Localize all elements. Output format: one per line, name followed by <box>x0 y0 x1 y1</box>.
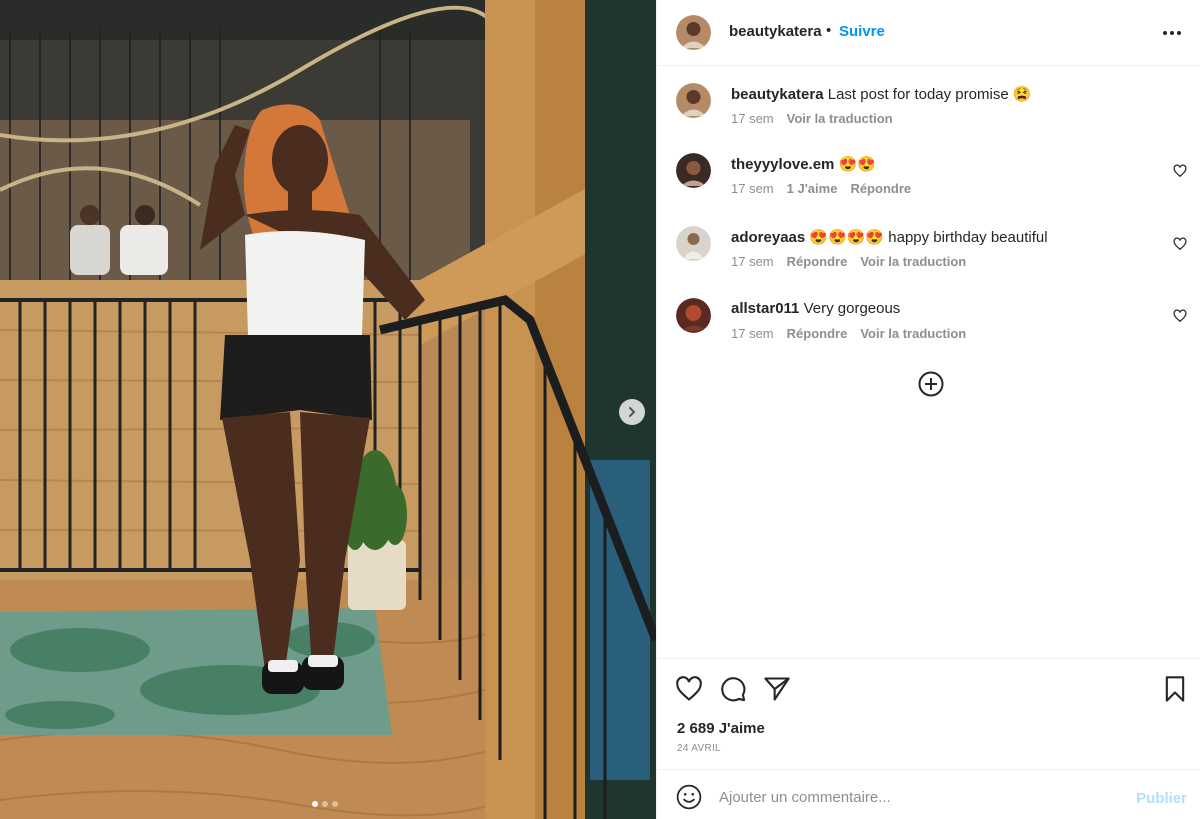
caption-text-row: beautykatera Last post for today promise… <box>731 85 1032 103</box>
comment-heart-icon[interactable] <box>1173 237 1187 251</box>
chevron-right-icon <box>629 407 636 417</box>
comment-meta: 17 sem 1 J'aime Répondre <box>731 181 911 196</box>
comment-avatar[interactable] <box>676 226 711 261</box>
add-circle-icon[interactable] <box>918 371 944 397</box>
comment-time: 17 sem <box>731 181 774 196</box>
comment-avatar[interactable] <box>676 298 711 333</box>
comment-translate-link[interactable]: Voir la traduction <box>860 254 966 269</box>
comment-reply-link[interactable]: Répondre <box>850 181 911 196</box>
caption-author-avatar[interactable] <box>676 83 711 118</box>
comment-item: adoreyaas 😍😍😍😍 happy birthday beautiful … <box>657 226 1200 286</box>
avatar-image <box>676 15 711 50</box>
avatar-image <box>676 83 711 118</box>
comment-reply-link[interactable]: Répondre <box>787 326 848 341</box>
comment-time: 17 sem <box>731 326 774 341</box>
avatar-image <box>676 298 711 333</box>
post-caption: beautykatera Last post for today promise… <box>657 83 1200 143</box>
author-avatar[interactable] <box>676 15 711 50</box>
comment-text-row: adoreyaas 😍😍😍😍 happy birthday beautiful <box>731 228 1048 246</box>
more-dot <box>1170 31 1174 35</box>
comment-heart-icon[interactable] <box>1173 309 1187 323</box>
comment-time: 17 sem <box>731 254 774 269</box>
more-dot <box>1163 31 1167 35</box>
comment-text-row: theyyylove.em 😍😍 <box>731 155 876 173</box>
post-actions: 2 689 J'aime 24 AVRIL <box>657 658 1200 769</box>
comment-item: theyyylove.em 😍😍 17 sem 1 J'aime Répondr… <box>657 153 1200 213</box>
comment-input[interactable] <box>719 784 1119 810</box>
follow-button[interactable]: Suivre <box>839 23 885 40</box>
comment-username[interactable]: adoreyaas <box>731 229 805 246</box>
carousel-next-button[interactable] <box>619 399 645 425</box>
post-photo-illustration <box>0 0 656 819</box>
emoji-icon[interactable] <box>676 784 702 810</box>
comment-username[interactable]: allstar011 <box>731 300 799 317</box>
avatar-image <box>676 153 711 188</box>
header-separator: • <box>826 22 832 39</box>
comment-text-row: allstar011 Very gorgeous <box>731 300 900 317</box>
carousel-dot <box>322 801 328 807</box>
post-details-panel: beautykatera • Suivre beautykatera Last … <box>656 0 1200 819</box>
bookmark-icon[interactable] <box>1161 675 1189 703</box>
comment-text: 😍😍😍😍 happy birthday beautiful <box>809 229 1048 246</box>
comment-text: 😍😍 <box>838 156 876 173</box>
carousel-dot <box>332 801 338 807</box>
comment-composer: Publier <box>657 769 1200 819</box>
author-username[interactable]: beautykatera <box>729 23 822 40</box>
post-image[interactable] <box>0 0 656 819</box>
comment-text: Very gorgeous <box>803 300 901 317</box>
comment-reply-link[interactable]: Répondre <box>787 254 848 269</box>
likes-count[interactable]: 2 689 J'aime <box>677 720 765 737</box>
caption-translate-link[interactable]: Voir la traduction <box>787 111 893 126</box>
caption-text: Last post for today promise 😫 <box>827 86 1032 103</box>
share-icon[interactable] <box>763 675 791 703</box>
comment-translate-link[interactable]: Voir la traduction <box>860 326 966 341</box>
caption-username[interactable]: beautykatera <box>731 86 824 103</box>
comment-username[interactable]: theyyylove.em <box>731 156 834 173</box>
comment-meta: 17 sem Répondre Voir la traduction <box>731 326 966 341</box>
comment-meta: 17 sem Répondre Voir la traduction <box>731 254 966 269</box>
heart-icon[interactable] <box>675 675 703 703</box>
comment-icon[interactable] <box>719 675 747 703</box>
publish-button[interactable]: Publier <box>1136 790 1187 807</box>
carousel-dot-active <box>312 801 318 807</box>
more-dot <box>1177 31 1181 35</box>
comment-item: allstar011 Very gorgeous 17 sem Répondre… <box>657 298 1200 358</box>
comment-likes-link[interactable]: 1 J'aime <box>787 181 838 196</box>
caption-meta: 17 sem Voir la traduction <box>731 111 893 126</box>
post-header: beautykatera • Suivre <box>657 0 1200 66</box>
more-options-icon[interactable] <box>1163 24 1185 42</box>
comment-avatar[interactable] <box>676 153 711 188</box>
carousel-indicator <box>312 801 338 807</box>
post-date: 24 AVRIL <box>677 743 721 754</box>
avatar-image <box>676 226 711 261</box>
caption-time: 17 sem <box>731 111 774 126</box>
comment-heart-icon[interactable] <box>1173 164 1187 178</box>
